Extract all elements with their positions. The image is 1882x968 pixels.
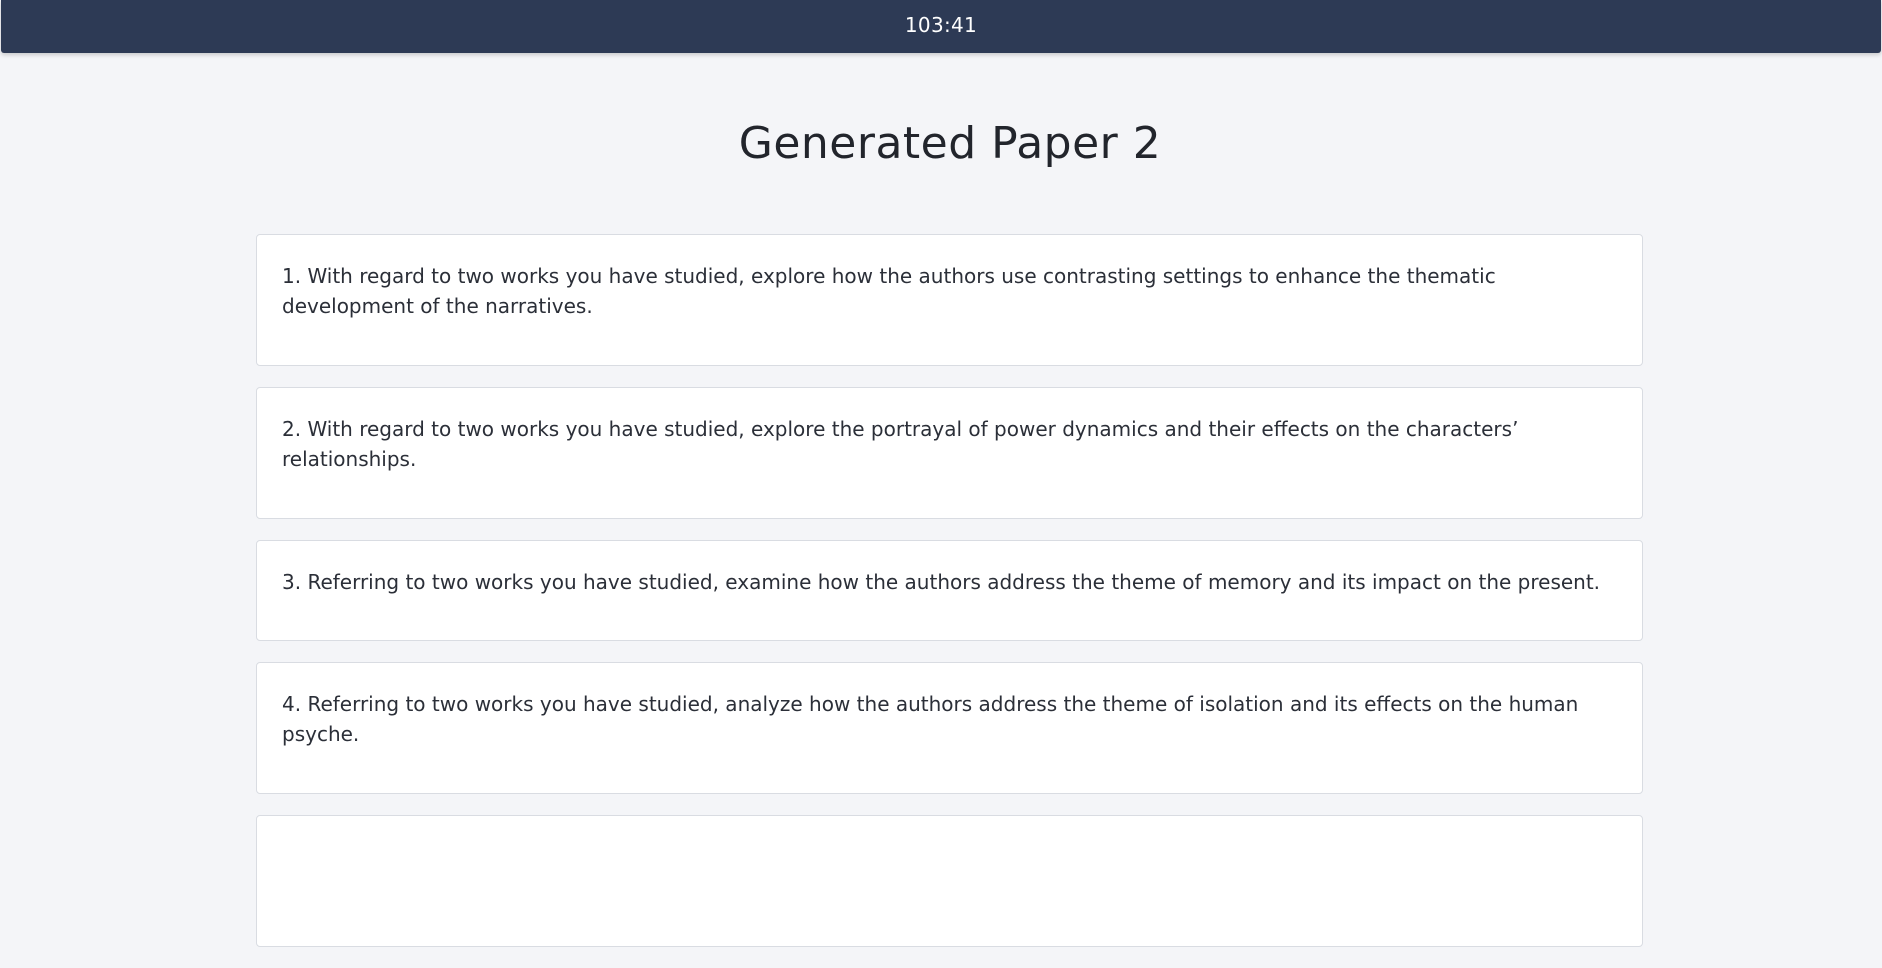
question-text-4: 4. Referring to two works you have studi… bbox=[282, 692, 1579, 746]
page-title: Generated Paper 2 bbox=[738, 118, 1162, 169]
question-list: 1. With regard to two works you have stu… bbox=[256, 234, 1643, 968]
top-bar: 103:41 bbox=[1, 0, 1881, 53]
countdown-timer: 103:41 bbox=[904, 12, 978, 37]
question-text-1: 1. With regard to two works you have stu… bbox=[282, 264, 1496, 318]
question-card-1: 1. With regard to two works you have stu… bbox=[256, 234, 1643, 366]
question-card-3: 3. Referring to two works you have studi… bbox=[256, 540, 1643, 641]
question-card-4: 4. Referring to two works you have studi… bbox=[256, 662, 1643, 794]
question-card-5 bbox=[256, 815, 1643, 947]
question-text-2: 2. With regard to two works you have stu… bbox=[282, 417, 1519, 471]
question-card-2: 2. With regard to two works you have stu… bbox=[256, 387, 1643, 519]
question-text-3: 3. Referring to two works you have studi… bbox=[282, 570, 1601, 594]
